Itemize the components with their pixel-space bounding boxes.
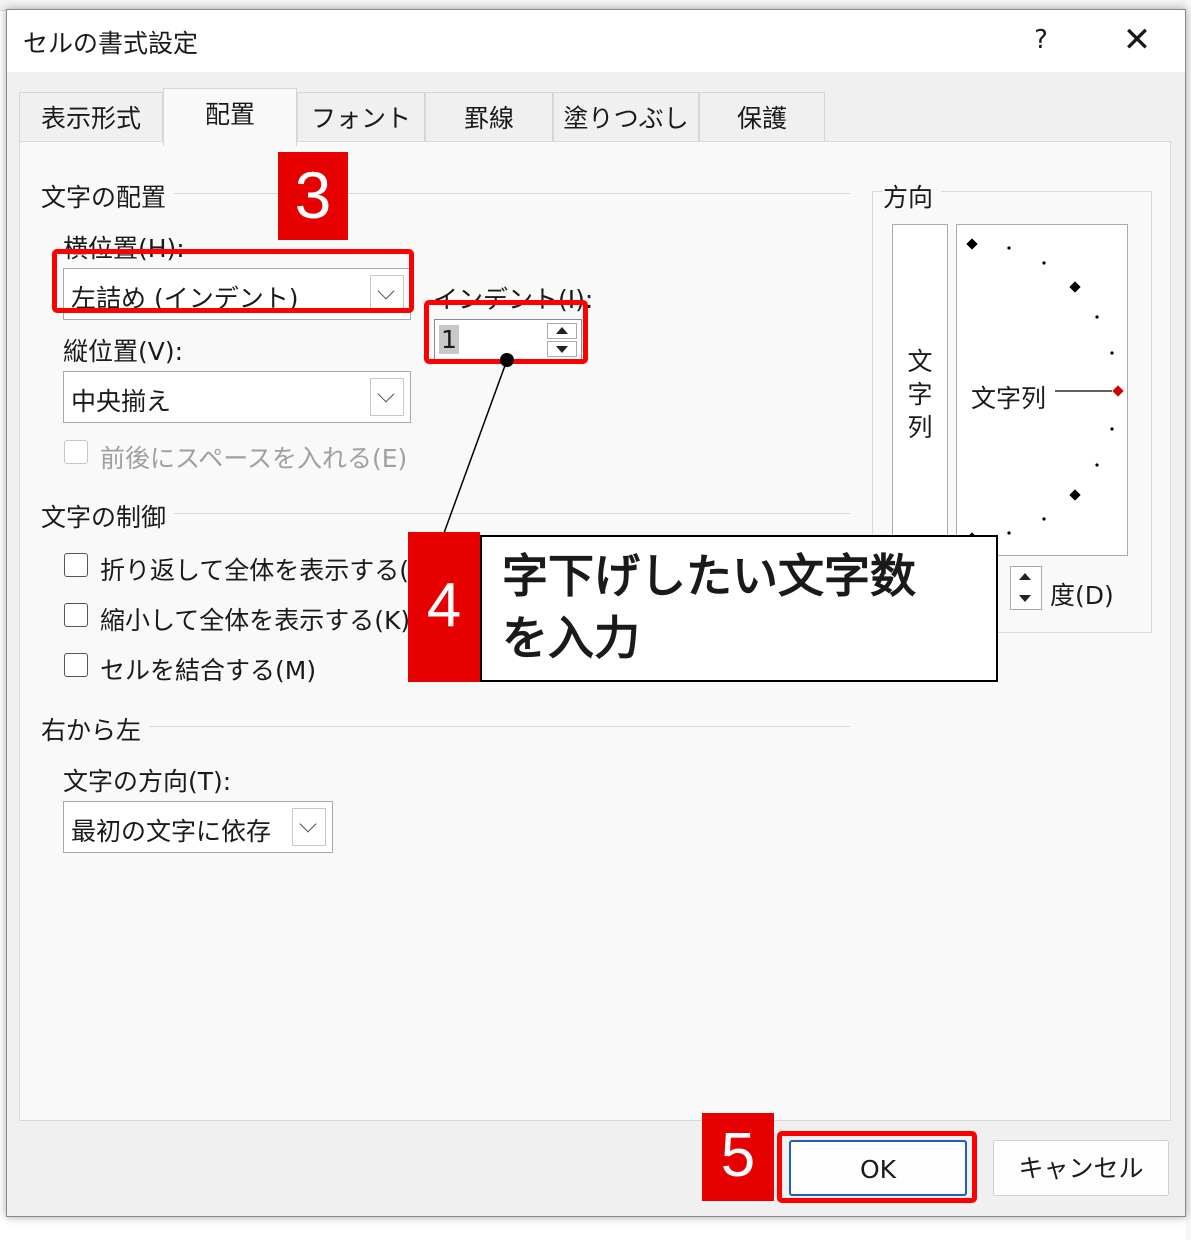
step-4-badge: 4	[408, 532, 480, 682]
tab-alignment-label: 配置	[204, 100, 255, 129]
tab-alignment[interactable]: 配置	[163, 88, 297, 146]
callout-line-1: 字下げしたい文字数	[502, 549, 916, 603]
callout-line-2: を入力	[502, 611, 640, 665]
callout-box: 字下げしたい文字数 を入力	[480, 535, 998, 682]
step-5-badge: 5	[702, 1113, 774, 1201]
highlight-ok	[777, 1131, 977, 1203]
